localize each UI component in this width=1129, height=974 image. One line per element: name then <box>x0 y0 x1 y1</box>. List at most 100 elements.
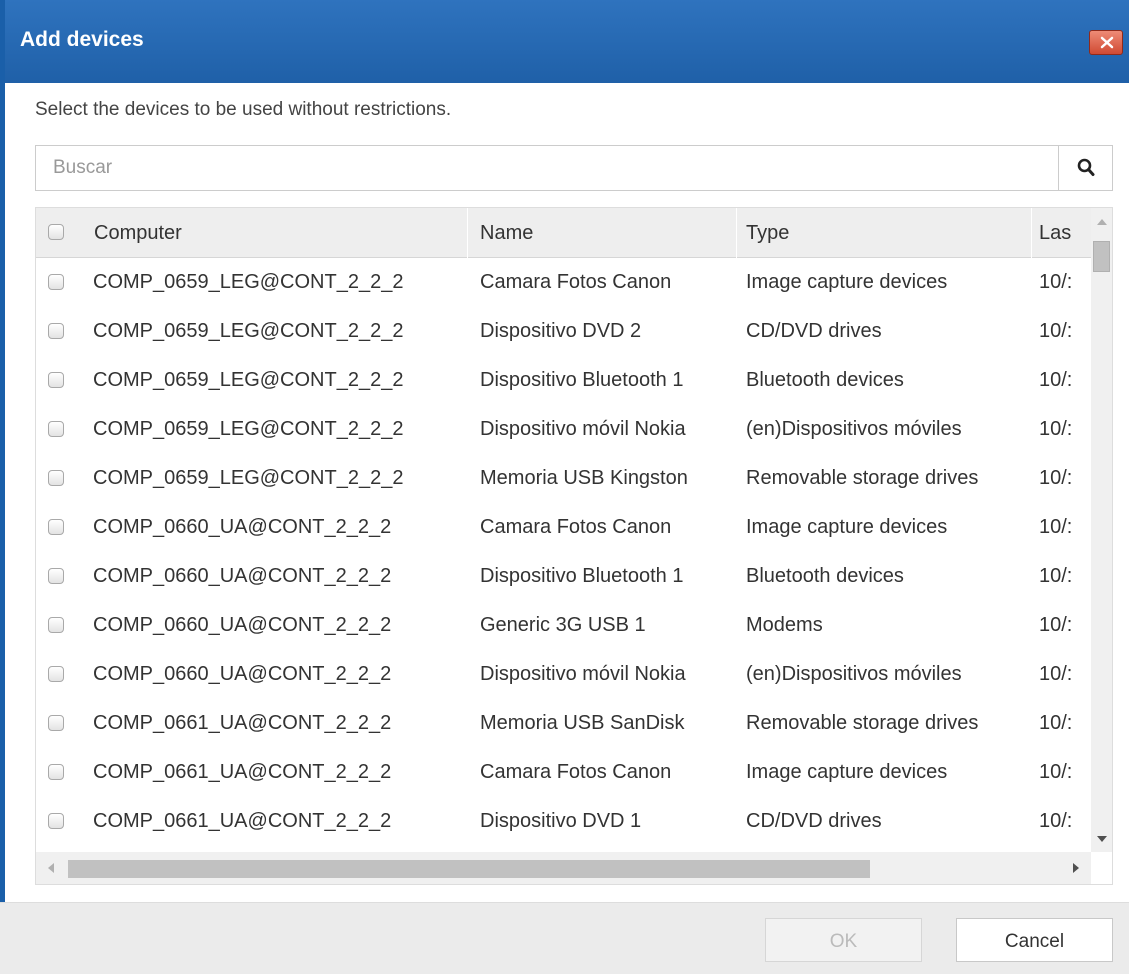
cell-computer: COMP_0660_UA@CONT_2_2_2 <box>93 614 392 636</box>
row-checkbox[interactable] <box>48 519 64 535</box>
close-icon <box>1100 36 1114 49</box>
table-row[interactable]: COMP_0659_LEG@CONT_2_2_2 Dispositivo móv… <box>36 405 1091 454</box>
ok-button[interactable]: OK <box>765 918 922 962</box>
table-row[interactable]: COMP_0660_UA@CONT_2_2_2 Generic 3G USB 1… <box>36 601 1091 650</box>
cell-last: 10/: <box>1039 614 1073 636</box>
cell-computer: COMP_0659_LEG@CONT_2_2_2 <box>93 271 404 293</box>
table-row[interactable]: COMP_0659_LEG@CONT_2_2_2 Memoria USB Kin… <box>36 454 1091 503</box>
search-button[interactable] <box>1058 146 1112 190</box>
cell-computer: COMP_0661_UA@CONT_2_2_2 <box>93 761 392 783</box>
column-header-type[interactable]: Type <box>746 208 1026 258</box>
horizontal-scrollbar[interactable] <box>36 852 1091 884</box>
search-icon <box>1077 158 1095 176</box>
dialog-description: Select the devices to be used without re… <box>35 99 452 120</box>
cell-last: 10/: <box>1039 565 1073 587</box>
table-row[interactable]: COMP_0661_UA@CONT_2_2_2 Memoria USB SanD… <box>36 699 1091 748</box>
cell-last: 10/: <box>1039 516 1073 538</box>
row-checkbox[interactable] <box>48 666 64 682</box>
column-divider[interactable] <box>736 208 737 258</box>
scroll-up-arrow-icon[interactable] <box>1097 219 1107 225</box>
row-checkbox[interactable] <box>48 470 64 486</box>
row-checkbox[interactable] <box>48 764 64 780</box>
cell-name: Dispositivo Bluetooth 1 <box>480 369 684 391</box>
cell-type: (en)Dispositivos móviles <box>746 663 962 685</box>
cell-computer: COMP_0660_UA@CONT_2_2_2 <box>93 516 392 538</box>
close-button[interactable] <box>1089 30 1123 55</box>
table-row[interactable]: COMP_0660_UA@CONT_2_2_2 Camara Fotos Can… <box>36 503 1091 552</box>
cell-last: 10/: <box>1039 810 1073 832</box>
cell-type: Removable storage drives <box>746 712 979 734</box>
cell-type: (en)Dispositivos móviles <box>746 418 962 440</box>
horizontal-scroll-thumb[interactable] <box>68 860 870 878</box>
table-row[interactable]: COMP_0659_LEG@CONT_2_2_2 Camara Fotos Ca… <box>36 258 1091 307</box>
devices-grid: Computer Name Type Las COMP_0659_LEG@CON… <box>35 207 1113 885</box>
cell-last: 10/: <box>1039 369 1073 391</box>
cell-last: 10/: <box>1039 271 1073 293</box>
cell-computer: COMP_0660_UA@CONT_2_2_2 <box>93 663 392 685</box>
row-checkbox[interactable] <box>48 421 64 437</box>
grid-header: Computer Name Type Las <box>36 208 1091 258</box>
column-header-computer[interactable]: Computer <box>94 208 464 258</box>
cell-computer: COMP_0660_UA@CONT_2_2_2 <box>93 565 392 587</box>
scroll-right-arrow-icon[interactable] <box>1073 863 1079 873</box>
scrollbar-corner <box>1091 852 1112 884</box>
cell-type: Removable storage drives <box>746 467 979 489</box>
column-divider[interactable] <box>1031 208 1032 258</box>
cell-computer: COMP_0661_UA@CONT_2_2_2 <box>93 810 392 832</box>
cell-last: 10/: <box>1039 663 1073 685</box>
column-header-last[interactable]: Las <box>1039 208 1091 258</box>
select-all-checkbox[interactable] <box>48 224 64 240</box>
cell-computer: COMP_0659_LEG@CONT_2_2_2 <box>93 369 404 391</box>
column-header-name[interactable]: Name <box>480 208 730 258</box>
table-row[interactable]: COMP_0659_LEG@CONT_2_2_2 Dispositivo Blu… <box>36 356 1091 405</box>
row-checkbox[interactable] <box>48 813 64 829</box>
scroll-left-arrow-icon[interactable] <box>48 863 54 873</box>
row-checkbox[interactable] <box>48 323 64 339</box>
row-checkbox[interactable] <box>48 568 64 584</box>
row-checkbox[interactable] <box>48 715 64 731</box>
cell-type: Image capture devices <box>746 271 948 293</box>
cell-type: Image capture devices <box>746 516 948 538</box>
table-row[interactable]: COMP_0660_UA@CONT_2_2_2 Dispositivo móvi… <box>36 650 1091 699</box>
cell-type: CD/DVD drives <box>746 810 882 832</box>
cell-name: Dispositivo móvil Nokia <box>480 663 686 685</box>
cell-name: Dispositivo DVD 2 <box>480 320 642 342</box>
row-checkbox[interactable] <box>48 617 64 633</box>
cell-last: 10/: <box>1039 320 1073 342</box>
cell-name: Dispositivo DVD 1 <box>480 810 642 832</box>
search-box <box>35 145 1113 191</box>
dialog-left-border <box>0 0 5 974</box>
search-input[interactable] <box>36 146 1058 190</box>
cell-last: 10/: <box>1039 761 1073 783</box>
cell-last: 10/: <box>1039 467 1073 489</box>
column-divider[interactable] <box>467 208 468 258</box>
cell-name: Dispositivo móvil Nokia <box>480 418 686 440</box>
dialog-title: Add devices <box>20 28 144 51</box>
add-devices-dialog: Add devices Select the devices to be use… <box>0 0 1129 974</box>
row-checkbox[interactable] <box>48 274 64 290</box>
vertical-scrollbar[interactable] <box>1091 208 1112 852</box>
cell-type: Bluetooth devices <box>746 369 904 391</box>
cell-type: Image capture devices <box>746 761 948 783</box>
cell-name: Camara Fotos Canon <box>480 761 672 783</box>
cell-computer: COMP_0659_LEG@CONT_2_2_2 <box>93 467 404 489</box>
cell-computer: COMP_0661_UA@CONT_2_2_2 <box>93 712 392 734</box>
cell-name: Memoria USB SanDisk <box>480 712 685 734</box>
cell-last: 10/: <box>1039 712 1073 734</box>
dialog-footer: OK Cancel <box>0 902 1129 974</box>
scroll-down-arrow-icon[interactable] <box>1097 836 1107 842</box>
table-row[interactable]: COMP_0660_UA@CONT_2_2_2 Dispositivo Blue… <box>36 552 1091 601</box>
table-row[interactable]: COMP_0661_UA@CONT_2_2_2 Camara Fotos Can… <box>36 748 1091 797</box>
cancel-button[interactable]: Cancel <box>956 918 1113 962</box>
grid-body: COMP_0659_LEG@CONT_2_2_2 Camara Fotos Ca… <box>36 258 1091 852</box>
cell-name: Dispositivo Bluetooth 1 <box>480 565 684 587</box>
cell-computer: COMP_0659_LEG@CONT_2_2_2 <box>93 320 404 342</box>
row-checkbox[interactable] <box>48 372 64 388</box>
cell-last: 10/: <box>1039 418 1073 440</box>
table-row[interactable]: COMP_0661_UA@CONT_2_2_2 Dispositivo DVD … <box>36 797 1091 846</box>
cell-type: Bluetooth devices <box>746 565 904 587</box>
dialog-titlebar[interactable]: Add devices <box>0 0 1129 83</box>
table-row[interactable]: COMP_0659_LEG@CONT_2_2_2 Dispositivo DVD… <box>36 307 1091 356</box>
vertical-scroll-thumb[interactable] <box>1093 241 1110 272</box>
cell-type: CD/DVD drives <box>746 320 882 342</box>
